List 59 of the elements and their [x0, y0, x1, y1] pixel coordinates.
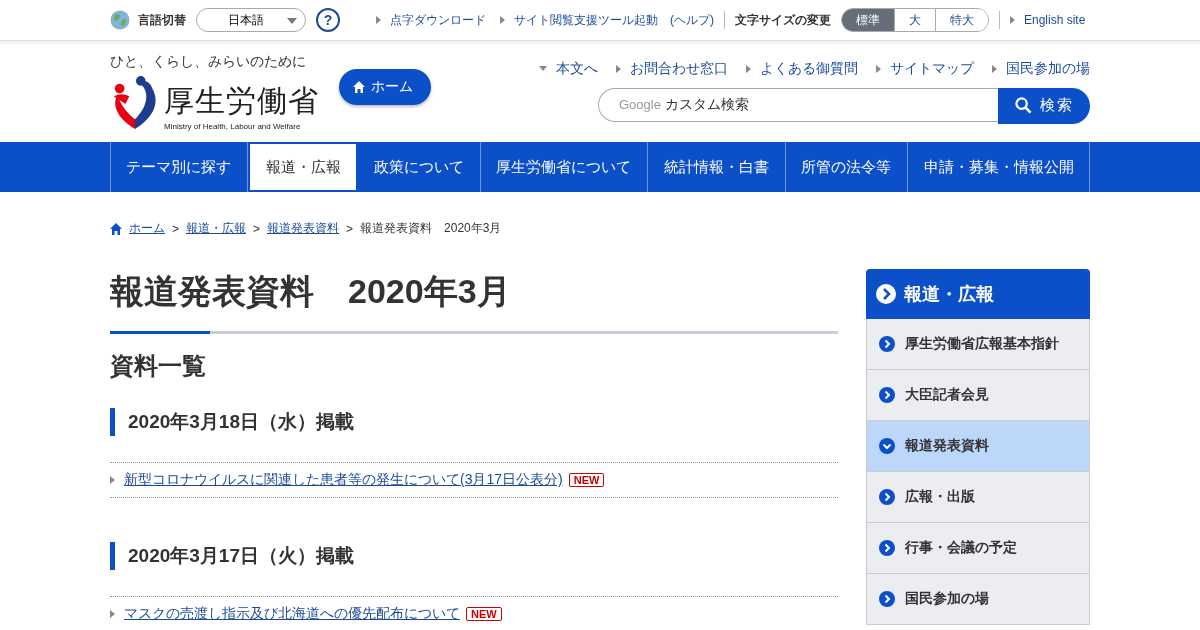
- language-select[interactable]: 日本語: [196, 8, 306, 32]
- nav-tab[interactable]: 政策について: [358, 142, 481, 192]
- search-icon: [1014, 97, 1032, 114]
- help-button[interactable]: ?: [316, 8, 340, 32]
- utility-link[interactable]: よくある御質問: [746, 59, 858, 78]
- utility-link[interactable]: 本文へ: [539, 59, 598, 78]
- nav-tab[interactable]: 所管の法令等: [785, 142, 909, 192]
- section-heading: 資料一覧: [110, 351, 207, 381]
- english-site-link[interactable]: English site: [1010, 13, 1086, 27]
- breadcrumb-link[interactable]: ホーム: [129, 220, 165, 237]
- nav-tab[interactable]: 厚生労働省について: [480, 142, 649, 192]
- sidebar-heading[interactable]: 報道・広報: [866, 269, 1090, 319]
- chevron-right-icon: [879, 489, 895, 505]
- home-icon: [353, 80, 365, 93]
- sidebar-item[interactable]: 国民参加の場: [866, 574, 1090, 625]
- press-release-link[interactable]: 新型コロナウイルスに関連した患者等の発生について(3月17日公表分): [124, 471, 563, 489]
- breadcrumb-separator: >: [172, 221, 179, 236]
- breadcrumb-current: 報道発表資料 2020年3月: [360, 220, 502, 237]
- date-heading: 2020年3月17日（火）掲載: [110, 542, 838, 570]
- home-icon: [110, 222, 122, 235]
- utility-link[interactable]: 国民参加の場: [992, 59, 1090, 78]
- sidebar-item[interactable]: 大臣記者会見: [866, 370, 1090, 421]
- chevron-down-icon: [879, 438, 895, 454]
- home-button[interactable]: ホーム: [339, 68, 431, 105]
- tagline: ひと、くらし、みらいのために: [110, 52, 307, 71]
- sidebar-item[interactable]: 行事・会議の予定: [866, 523, 1090, 574]
- chevron-right-icon: [879, 336, 895, 352]
- date-heading: 2020年3月18日（水）掲載: [110, 408, 838, 436]
- chevron-right-icon: [879, 591, 895, 607]
- logo-subtext: Ministry of Health, Labour and Welfare: [164, 121, 302, 131]
- breadcrumb-separator: >: [346, 221, 354, 236]
- search-button[interactable]: 検索: [998, 87, 1090, 124]
- chevron-right-icon: [879, 540, 895, 556]
- breadcrumb-separator: >: [253, 221, 261, 236]
- nav-tab[interactable]: テーマ別に探す: [110, 142, 248, 192]
- top-link[interactable]: サイト閲覧支援ツール起動 (ヘルプ): [500, 11, 714, 29]
- logo-text: 厚生労働省: [164, 82, 319, 119]
- breadcrumb-link[interactable]: 報道・広報: [186, 220, 246, 237]
- language-label: 言語切替: [138, 11, 186, 29]
- nav-tab[interactable]: 申請・募集・情報公開: [908, 142, 1091, 192]
- utility-link[interactable]: サイトマップ: [876, 59, 974, 78]
- top-link[interactable]: 点字ダウンロード: [376, 11, 486, 29]
- sidebar-item[interactable]: 報道発表資料: [866, 421, 1090, 472]
- chevron-right-icon: [879, 387, 895, 403]
- breadcrumb-link[interactable]: 報道発表資料: [267, 220, 340, 237]
- press-release-link[interactable]: マスクの売渡し指示及び北海道への優先配布について: [124, 605, 460, 623]
- utility-link[interactable]: お問合わせ窓口: [616, 59, 728, 78]
- globe-icon: [110, 10, 130, 30]
- nav-tab[interactable]: 統計情報・白書: [648, 142, 786, 192]
- nav-tab[interactable]: 報道・広報: [247, 142, 359, 192]
- font-size-button[interactable]: 特大: [935, 9, 988, 31]
- font-size-label: 文字サイズの変更: [735, 11, 831, 29]
- page-title: 報道発表資料 2020年3月: [110, 271, 512, 312]
- sidebar-item[interactable]: 厚生労働省広報基本指針: [866, 319, 1090, 370]
- sidebar-item[interactable]: 広報・出版: [866, 472, 1090, 523]
- new-badge: NEW: [466, 607, 502, 621]
- chevron-right-icon: [876, 284, 896, 304]
- font-size-button[interactable]: 標準: [842, 9, 894, 31]
- new-badge: NEW: [568, 473, 605, 487]
